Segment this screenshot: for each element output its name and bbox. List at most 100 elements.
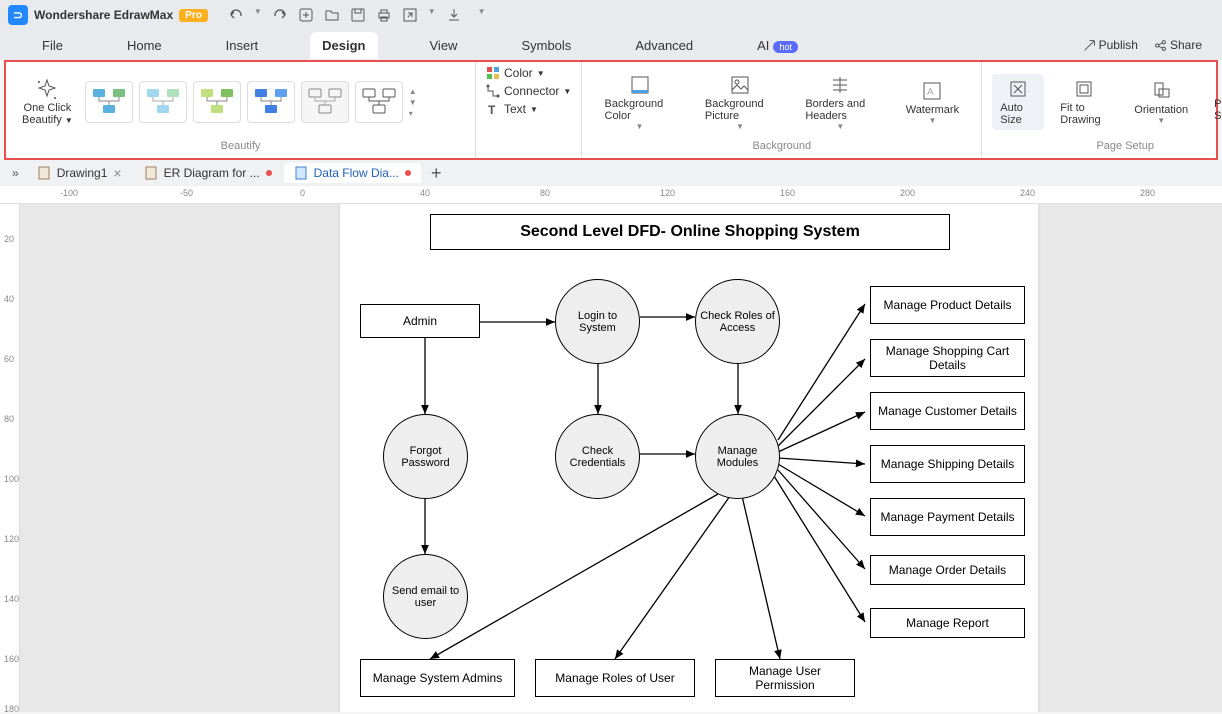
- style-thumb-5[interactable]: [301, 81, 349, 123]
- quick-access-toolbar: ▼ ▼ ▼: [228, 7, 486, 23]
- background-group-label: Background: [592, 138, 971, 154]
- node-manage-payment[interactable]: Manage Payment Details: [870, 498, 1025, 536]
- bg-picture-icon: [729, 74, 751, 96]
- ruler-vertical: 20 40 60 80 100 120 140 160 180: [0, 204, 20, 712]
- color-grid-icon: [486, 66, 500, 80]
- unsaved-dot-icon: [405, 170, 411, 176]
- unsaved-dot-icon: [266, 170, 272, 176]
- tab-er-diagram[interactable]: ER Diagram for ...: [134, 163, 282, 183]
- export-dropdown-icon[interactable]: ▼: [428, 7, 436, 23]
- auto-size-button[interactable]: Auto Size: [992, 74, 1044, 130]
- style-thumb-4[interactable]: [247, 81, 295, 123]
- new-icon[interactable]: [298, 7, 314, 23]
- node-send-email[interactable]: Send email to user: [383, 554, 468, 639]
- background-color-button[interactable]: Background Color▼: [595, 74, 685, 131]
- tab-data-flow[interactable]: Data Flow Dia...: [284, 163, 421, 183]
- node-manage-roles-user[interactable]: Manage Roles of User: [535, 659, 695, 697]
- orientation-icon: [1150, 80, 1172, 102]
- bg-color-icon: [629, 74, 651, 96]
- connector-icon: [486, 84, 500, 98]
- node-manage-order[interactable]: Manage Order Details: [870, 555, 1025, 585]
- connector-button[interactable]: Connector▼: [486, 84, 571, 98]
- autosize-icon: [1007, 78, 1029, 100]
- node-login[interactable]: Login to System: [555, 279, 640, 364]
- ribbon: One Click Beautify ▼ ▲▼▾ Beautify Color▼…: [4, 60, 1218, 160]
- node-manage-shipping[interactable]: Manage Shipping Details: [870, 445, 1025, 483]
- document-tabs-bar: » Drawing1× ER Diagram for ... Data Flow…: [0, 160, 1222, 186]
- add-tab-button[interactable]: +: [423, 163, 450, 184]
- app-title: Wondershare EdrawMax: [34, 8, 173, 22]
- tabs-expand-icon[interactable]: »: [6, 166, 25, 180]
- text-button[interactable]: TText▼: [486, 102, 571, 116]
- menu-view[interactable]: View: [418, 32, 470, 59]
- background-picture-button[interactable]: Background Picture▼: [695, 74, 785, 131]
- watermark-icon: A: [921, 80, 943, 102]
- menu-ai[interactable]: AIhot: [745, 32, 810, 59]
- watermark-button[interactable]: AWatermark▼: [896, 80, 969, 125]
- file-icon: [144, 166, 158, 180]
- print-icon[interactable]: [376, 7, 392, 23]
- publish-button[interactable]: Publish: [1083, 38, 1138, 52]
- style-gallery-arrows[interactable]: ▲▼▾: [409, 87, 417, 118]
- menu-insert[interactable]: Insert: [214, 32, 271, 59]
- borders-icon: [829, 74, 851, 96]
- node-check-credentials[interactable]: Check Credentials: [555, 414, 640, 499]
- menu-home[interactable]: Home: [115, 32, 174, 59]
- page[interactable]: Second Level DFD- Online Shopping System: [340, 204, 1038, 712]
- node-forgot-password[interactable]: Forgot Password: [383, 414, 468, 499]
- more-dropdown-icon[interactable]: ▼: [478, 7, 486, 23]
- fit-to-drawing-button[interactable]: Fit to Drawing: [1050, 78, 1118, 126]
- menu-bar: File Home Insert Design View Symbols Adv…: [0, 30, 1222, 60]
- share-button[interactable]: Share: [1154, 38, 1202, 52]
- file-icon: [37, 166, 51, 180]
- hot-badge: hot: [773, 41, 798, 53]
- file-icon: [294, 166, 308, 180]
- share-icon: [1154, 39, 1167, 52]
- save-icon[interactable]: [350, 7, 366, 23]
- open-icon[interactable]: [324, 7, 340, 23]
- text-icon: T: [486, 102, 500, 116]
- svg-text:A: A: [927, 87, 934, 98]
- canvas-area: 20 40 60 80 100 120 140 160 180 Second L…: [0, 204, 1222, 712]
- menu-symbols[interactable]: Symbols: [509, 32, 583, 59]
- style-thumb-3[interactable]: [193, 81, 241, 123]
- color-button[interactable]: Color▼: [486, 66, 571, 80]
- redo-icon[interactable]: [272, 7, 288, 23]
- style-thumb-1[interactable]: [85, 81, 133, 123]
- title-bar: ⊃ Wondershare EdrawMax Pro ▼ ▼ ▼: [0, 0, 1222, 30]
- menu-design[interactable]: Design: [310, 32, 377, 59]
- diagram-title[interactable]: Second Level DFD- Online Shopping System: [430, 214, 950, 250]
- orientation-button[interactable]: Orientation▼: [1124, 80, 1198, 125]
- fit-icon: [1073, 78, 1095, 100]
- page-size-button[interactable]: A4Page Size▼: [1204, 74, 1222, 131]
- import-icon[interactable]: [446, 7, 462, 23]
- node-manage-cart[interactable]: Manage Shopping Cart Details: [870, 339, 1025, 377]
- style-thumb-2[interactable]: [139, 81, 187, 123]
- node-manage-admins[interactable]: Manage System Admins: [360, 659, 515, 697]
- style-thumb-6[interactable]: [355, 81, 403, 123]
- node-manage-permission[interactable]: Manage User Permission: [715, 659, 855, 697]
- close-icon[interactable]: ×: [113, 165, 121, 181]
- node-manage-modules[interactable]: Manage Modules: [695, 414, 780, 499]
- menu-file[interactable]: File: [30, 32, 75, 59]
- borders-headers-button[interactable]: Borders and Headers▼: [795, 74, 885, 131]
- export-icon[interactable]: [402, 7, 418, 23]
- svg-text:T: T: [488, 103, 496, 116]
- menu-advanced[interactable]: Advanced: [623, 32, 705, 59]
- node-check-roles[interactable]: Check Roles of Access: [695, 279, 780, 364]
- canvas[interactable]: Second Level DFD- Online Shopping System: [20, 204, 1222, 712]
- publish-icon: [1083, 39, 1096, 52]
- page-setup-group-label: Page Setup: [992, 138, 1222, 154]
- node-manage-report[interactable]: Manage Report: [870, 608, 1025, 638]
- pro-badge: Pro: [179, 9, 208, 22]
- tab-drawing1[interactable]: Drawing1×: [27, 162, 132, 184]
- node-manage-product[interactable]: Manage Product Details: [870, 286, 1025, 324]
- one-click-beautify-button[interactable]: One Click Beautify ▼: [16, 78, 79, 126]
- sparkle-icon: [35, 78, 59, 102]
- ruler-horizontal: -100 -50 0 40 80 120 160 200 240 280: [0, 186, 1222, 204]
- undo-dropdown-icon[interactable]: ▼: [254, 7, 262, 23]
- node-manage-customer[interactable]: Manage Customer Details: [870, 392, 1025, 430]
- node-admin[interactable]: Admin: [360, 304, 480, 338]
- undo-icon[interactable]: [228, 7, 244, 23]
- app-logo-icon: ⊃: [8, 5, 28, 25]
